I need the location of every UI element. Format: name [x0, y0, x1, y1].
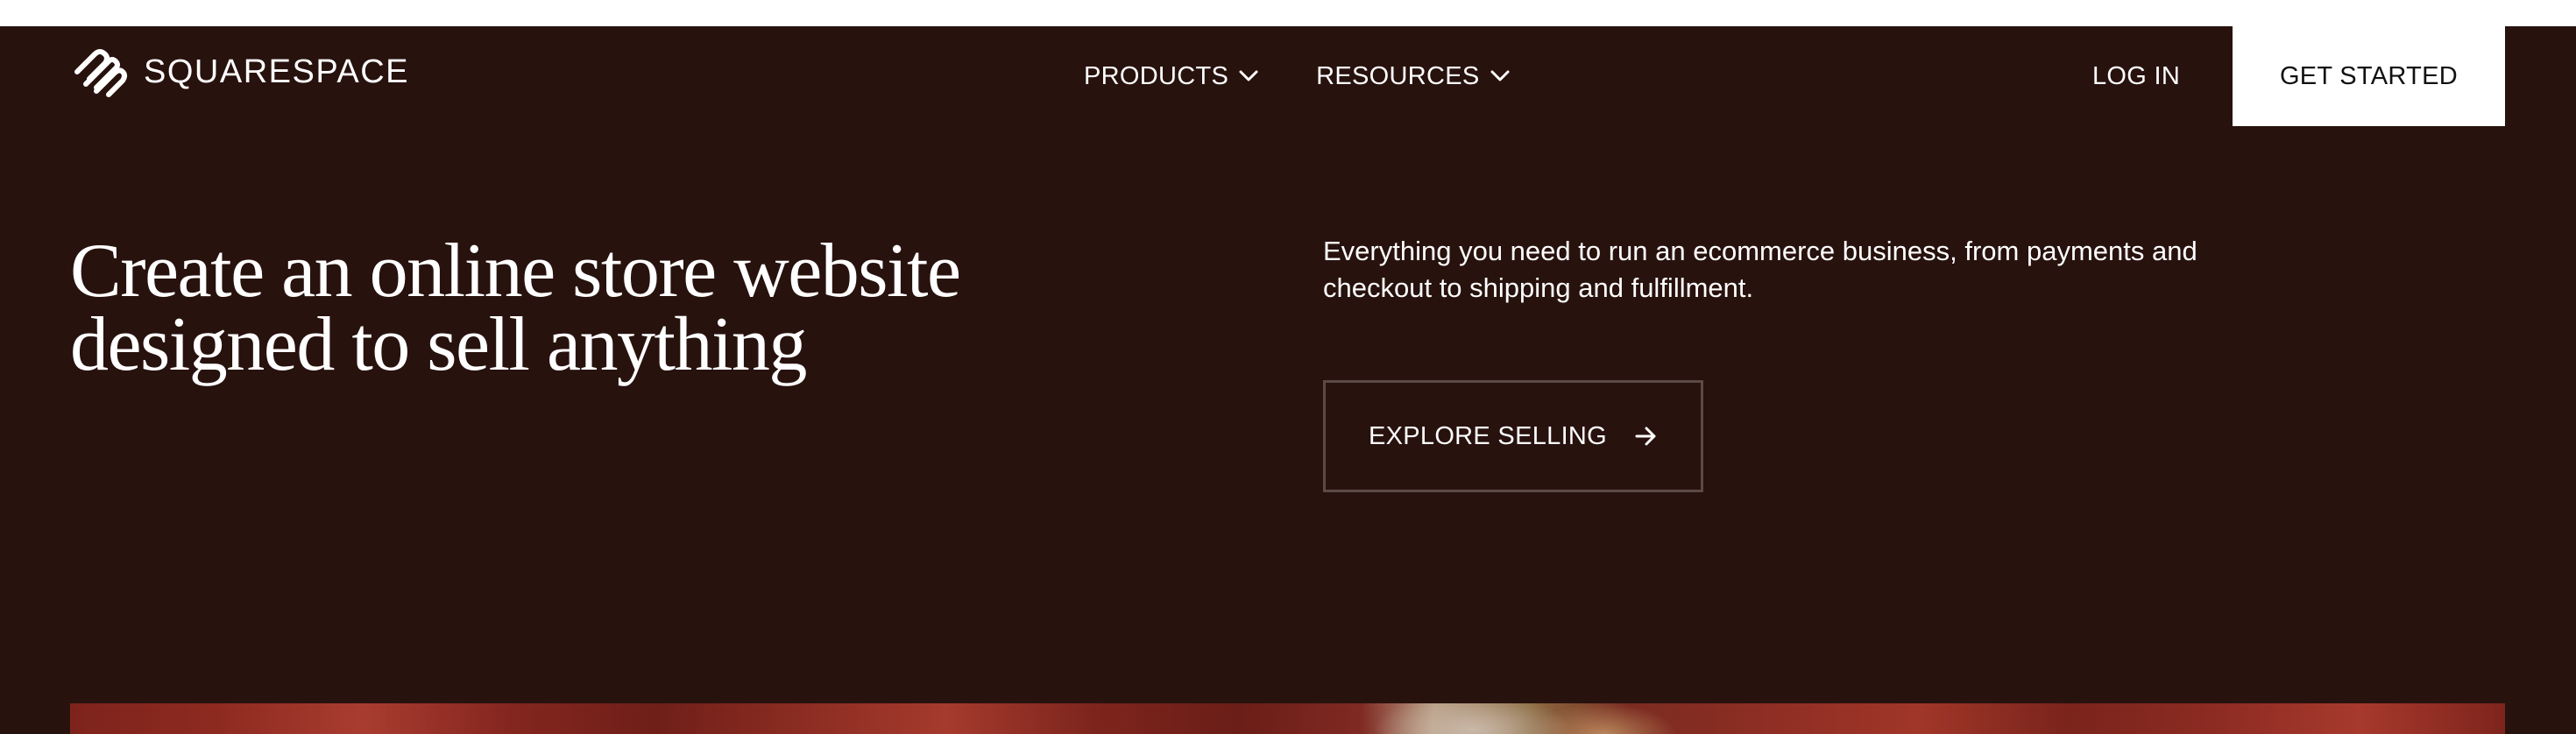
brand-name: SQUARESPACE: [144, 53, 409, 90]
hero-headline-line-2: designed to sell anything: [70, 302, 807, 387]
login-link[interactable]: LOG IN: [2092, 26, 2180, 126]
main-menu: PRODUCTS RESOURCES: [1084, 26, 1510, 126]
chevron-down-icon: [1239, 70, 1258, 81]
hero-description-line-2: checkout to shipping and fulfillment.: [1323, 272, 1754, 303]
brand-logo[interactable]: SQUARESPACE: [70, 46, 409, 98]
page: SQUARESPACE PRODUCTS RESOURCES LOG IN GE…: [0, 26, 2576, 734]
top-nav: SQUARESPACE PRODUCTS RESOURCES LOG IN GE…: [0, 26, 2576, 126]
hero-image: [70, 703, 2505, 734]
explore-selling-label: EXPLORE SELLING: [1368, 421, 1608, 450]
nav-item-label: RESOURCES: [1316, 61, 1480, 90]
squarespace-logo-icon: [74, 49, 127, 97]
get-started-button[interactable]: GET STARTED: [2233, 26, 2505, 126]
hero-description: Everything you need to run an ecommerce …: [1323, 233, 2252, 307]
arrow-right-icon: [1635, 427, 1656, 446]
nav-item-resources[interactable]: RESOURCES: [1316, 61, 1510, 91]
explore-selling-button[interactable]: EXPLORE SELLING: [1323, 380, 1703, 492]
chevron-down-icon: [1490, 70, 1510, 81]
hero-description-line-1: Everything you need to run an ecommerce …: [1323, 236, 2197, 266]
browser-top-strip: [0, 0, 2576, 26]
hero-headline-line-1: Create an online store website: [70, 229, 961, 314]
hero-headline: Create an online store website designed …: [70, 233, 1165, 384]
nav-item-products[interactable]: PRODUCTS: [1084, 62, 1258, 91]
nav-item-label: PRODUCTS: [1084, 61, 1229, 90]
